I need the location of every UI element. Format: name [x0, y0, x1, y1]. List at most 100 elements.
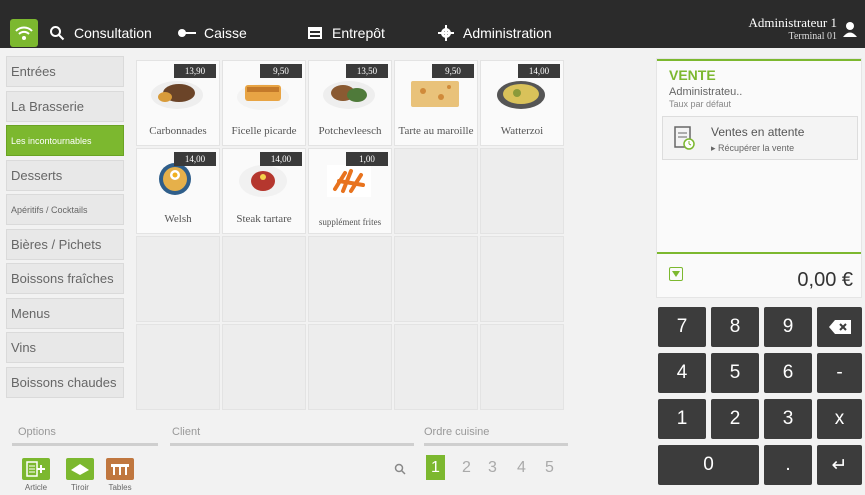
empty-tile [480, 236, 564, 322]
nav-label: Consultation [74, 25, 152, 41]
category-menus[interactable]: Menus [6, 297, 124, 329]
product-tile[interactable]: 14,00 Welsh [136, 148, 220, 234]
pending-title: Ventes en attente [711, 125, 805, 139]
user-info[interactable]: Administrateur 1 Terminal 01 [749, 15, 837, 43]
key-3[interactable]: 3 [764, 399, 812, 439]
key-2[interactable]: 2 [711, 399, 759, 439]
key-1[interactable]: 1 [658, 399, 706, 439]
tables-button[interactable] [106, 458, 134, 480]
price-tag: 13,90 [174, 64, 216, 78]
total-divider [657, 252, 861, 254]
backspace-icon [828, 320, 851, 334]
product-name: Steak tartare [236, 213, 292, 225]
category-desserts[interactable]: Desserts [6, 159, 124, 191]
category-vins[interactable]: Vins [6, 332, 124, 363]
add-article-button[interactable] [22, 458, 50, 480]
category-boissons-fraiches[interactable]: Boissons fraîches [6, 263, 124, 294]
empty-tile [308, 236, 392, 322]
price-tag: 14,00 [518, 64, 560, 78]
bottom-panel: Options Client Ordre cuisine Article Tir… [0, 420, 640, 495]
key-minus[interactable]: - [817, 353, 862, 393]
table-icon [111, 464, 129, 475]
pending-sub-wrapper: ▸ Récupérer la vente [711, 143, 794, 154]
key-6[interactable]: 6 [764, 353, 812, 393]
empty-tile [136, 236, 220, 322]
order-4[interactable]: 4 [512, 455, 531, 480]
total-amount: 0,00 € [797, 269, 853, 291]
empty-tile [394, 324, 478, 410]
option-label: Tiroir [71, 483, 89, 492]
user-icon[interactable] [843, 21, 857, 42]
keypad: 7 8 9 4 5 6 - 1 2 3 x 0 . ↵ [656, 305, 862, 495]
empty-tile [480, 148, 564, 234]
enter-key[interactable]: ↵ [817, 445, 862, 485]
wifi-icon[interactable] [10, 19, 38, 47]
nav-consultation[interactable]: Consultation [48, 19, 152, 47]
warehouse-icon [306, 24, 324, 42]
key-icon [178, 24, 196, 42]
key-8[interactable]: 8 [711, 307, 759, 347]
order-label: Ordre cuisine [424, 426, 490, 438]
key-multiply[interactable]: x [817, 399, 862, 439]
empty-tile [480, 324, 564, 410]
pending-sales-button[interactable]: Ventes en attente ▸ Récupérer la vente [662, 116, 858, 160]
key-decimal[interactable]: . [764, 445, 812, 485]
backspace-key[interactable] [817, 307, 862, 347]
price-tag: 1,00 [346, 152, 388, 166]
empty-tile [308, 324, 392, 410]
order-divider [424, 443, 568, 446]
nav-administration[interactable]: Administration [437, 19, 552, 47]
order-2[interactable]: 2 [457, 455, 476, 480]
product-tile[interactable]: 14,00 Steak tartare [222, 148, 306, 234]
nav-caisse[interactable]: Caisse [178, 19, 247, 47]
top-bar: Consultation Caisse Entrepôt Administrat… [0, 0, 865, 48]
terminal-label: Terminal 01 [788, 31, 837, 42]
empty-tile [222, 324, 306, 410]
search-icon [48, 24, 66, 42]
key-0[interactable]: 0 [658, 445, 759, 485]
empty-tile [222, 236, 306, 322]
product-name: Carbonnades [149, 125, 207, 137]
category-la-brasserie[interactable]: La Brasserie [6, 90, 124, 122]
category-bieres-pichets[interactable]: Bières / Pichets [6, 228, 124, 260]
sale-rate: Taux par défaut [669, 99, 732, 109]
order-1[interactable]: 1 [426, 455, 445, 480]
nav-entrepot[interactable]: Entrepôt [306, 19, 385, 47]
product-tile[interactable]: 1,00 supplément frites [308, 148, 392, 234]
product-name: Tarte au maroille [398, 125, 474, 137]
options-divider [12, 443, 158, 446]
empty-tile [394, 148, 478, 234]
category-boissons-chaudes[interactable]: Boissons chaudes [6, 366, 124, 398]
order-3[interactable]: 3 [483, 455, 502, 480]
category-aperitifs-cocktails[interactable]: Apéritifs / Cocktails [6, 194, 124, 225]
pending-sub: Récupérer la vente [718, 143, 795, 153]
price-tag: 14,00 [260, 152, 302, 166]
empty-tile [136, 324, 220, 410]
chevron-down-icon[interactable] [669, 267, 683, 281]
product-tile[interactable]: 13,90 Carbonnades [136, 60, 220, 146]
product-tile[interactable]: 14,00 Watterzoi [480, 60, 564, 146]
category-entrees[interactable]: Entrées [6, 56, 124, 87]
sale-accent [657, 59, 861, 61]
product-tile[interactable]: 9,50 Tarte au maroille [394, 60, 478, 146]
order-5[interactable]: 5 [540, 455, 559, 480]
key-9[interactable]: 9 [764, 307, 812, 347]
product-name: Ficelle picarde [231, 125, 297, 137]
client-label: Client [172, 426, 201, 438]
client-search-icon[interactable] [394, 462, 406, 480]
user-name: Administrateur 1 [748, 15, 837, 30]
product-tile[interactable]: 9,50 Ficelle picarde [222, 60, 306, 146]
key-7[interactable]: 7 [658, 307, 706, 347]
category-les-incontournables[interactable]: Les incontournables [6, 125, 124, 156]
key-4[interactable]: 4 [658, 353, 706, 393]
sale-user: Administrateu.. [669, 86, 743, 98]
pending-clipboard-icon [673, 125, 695, 156]
product-grid: 13,90 Carbonnades 9,50 Ficelle picarde 1… [136, 60, 564, 414]
add-article-icon [26, 461, 45, 477]
product-tile[interactable]: 13,50 Potchevleesch [308, 60, 392, 146]
price-tag: 9,50 [260, 64, 302, 78]
drawer-button[interactable] [66, 458, 94, 480]
sale-title: VENTE [669, 67, 716, 83]
key-5[interactable]: 5 [711, 353, 759, 393]
nav-label: Caisse [204, 25, 247, 41]
